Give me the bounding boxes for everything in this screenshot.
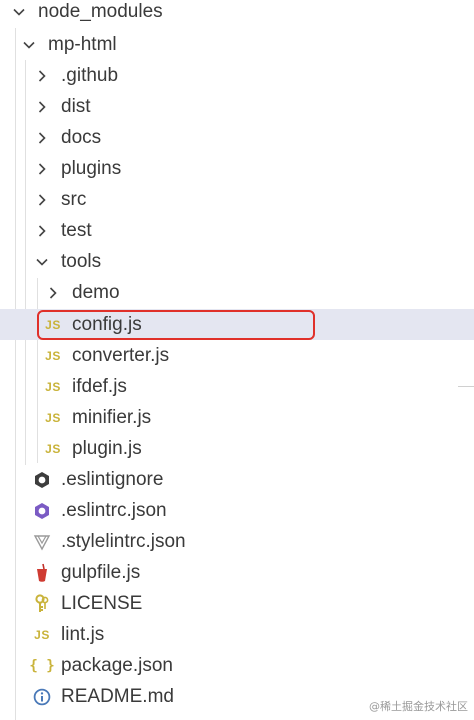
tree-file-eslintrc-json[interactable]: .eslintrc.json — [0, 495, 474, 526]
tree-file-license[interactable]: LICENSE — [0, 588, 474, 619]
tree-file-ifdef-js[interactable]: JS ifdef.js — [0, 371, 474, 402]
folder-label: docs — [61, 127, 102, 148]
file-label: package.json — [61, 655, 173, 676]
folder-label: mp-html — [48, 34, 117, 55]
file-explorer-tree: node_modules mp-html .github dist docs p… — [0, 0, 474, 720]
js-badge: JS — [45, 348, 61, 363]
tree-folder-node-modules[interactable]: node_modules — [0, 0, 474, 27]
license-key-icon — [33, 593, 51, 614]
chevron-right-icon — [46, 286, 60, 300]
file-label: converter.js — [72, 345, 170, 366]
chevron-right-icon — [35, 193, 49, 207]
chevron-down-icon — [35, 255, 49, 269]
tree-file-plugin-js[interactable]: JS plugin.js — [0, 433, 474, 464]
file-label: gulpfile.js — [61, 562, 141, 583]
folder-label: node_modules — [38, 1, 163, 22]
file-label: minifier.js — [72, 407, 152, 428]
js-badge: JS — [45, 441, 61, 456]
javascript-file-icon: JS — [44, 346, 62, 366]
tree-folder-test[interactable]: test — [0, 215, 474, 246]
info-icon — [33, 687, 51, 707]
chevron-right-icon — [35, 224, 49, 238]
tree-folder-demo[interactable]: demo — [0, 277, 474, 308]
javascript-file-icon: JS — [44, 439, 62, 459]
file-label: README.md — [61, 686, 174, 707]
folder-label: demo — [72, 282, 120, 303]
javascript-file-icon: JS — [44, 377, 62, 397]
javascript-file-icon: JS — [44, 408, 62, 428]
chevron-down-icon — [12, 5, 26, 19]
file-label: lint.js — [61, 624, 105, 645]
json-badge: { } — [29, 657, 55, 674]
file-label: .eslintrc.json — [61, 500, 167, 521]
tree-folder-docs[interactable]: docs — [0, 122, 474, 153]
tree-folder-github[interactable]: .github — [0, 60, 474, 91]
chevron-right-icon — [35, 69, 49, 83]
divider-line — [458, 386, 474, 387]
eslint-config-icon — [33, 501, 51, 521]
file-label: plugin.js — [72, 438, 142, 459]
json-file-icon: { } — [29, 656, 54, 676]
chevron-right-icon — [35, 100, 49, 114]
chevron-right-icon — [35, 162, 49, 176]
tree-file-minifier-js[interactable]: JS minifier.js — [0, 402, 474, 433]
file-label: .eslintignore — [61, 469, 164, 490]
highlight-annotation-box — [37, 310, 315, 340]
tree-file-package-json[interactable]: { } package.json — [0, 650, 474, 681]
file-label: ifdef.js — [72, 376, 127, 397]
tree-file-converter-js[interactable]: JS converter.js — [0, 340, 474, 371]
folder-label: plugins — [61, 158, 122, 179]
tree-file-gulpfile-js[interactable]: gulpfile.js — [0, 557, 474, 588]
tree-file-stylelintrc-json[interactable]: .stylelintrc.json — [0, 526, 474, 557]
stylelint-icon — [33, 532, 51, 552]
tree-folder-tools[interactable]: tools — [0, 246, 474, 277]
file-label: LICENSE — [61, 593, 143, 614]
gulp-icon — [33, 563, 51, 583]
file-label: .stylelintrc.json — [61, 531, 186, 552]
eslint-ignore-icon — [33, 470, 51, 490]
folder-label: tools — [61, 251, 102, 272]
folder-label: src — [61, 189, 87, 210]
javascript-file-icon: JS — [33, 625, 51, 645]
chevron-down-icon — [22, 38, 36, 52]
watermark: @稀土掘金技术社区 — [369, 700, 468, 713]
tree-file-lint-js[interactable]: JS lint.js — [0, 619, 474, 650]
folder-label: dist — [61, 96, 91, 117]
chevron-right-icon — [35, 131, 49, 145]
tree-folder-plugins[interactable]: plugins — [0, 153, 474, 184]
js-badge: JS — [45, 379, 61, 394]
folder-label: .github — [61, 65, 119, 86]
tree-file-eslintignore[interactable]: .eslintignore — [0, 464, 474, 495]
js-badge: JS — [45, 410, 61, 425]
tree-folder-src[interactable]: src — [0, 184, 474, 215]
tree-folder-dist[interactable]: dist — [0, 91, 474, 122]
folder-label: test — [61, 220, 92, 241]
tree-folder-mp-html[interactable]: mp-html — [0, 29, 474, 60]
js-badge: JS — [34, 627, 50, 642]
